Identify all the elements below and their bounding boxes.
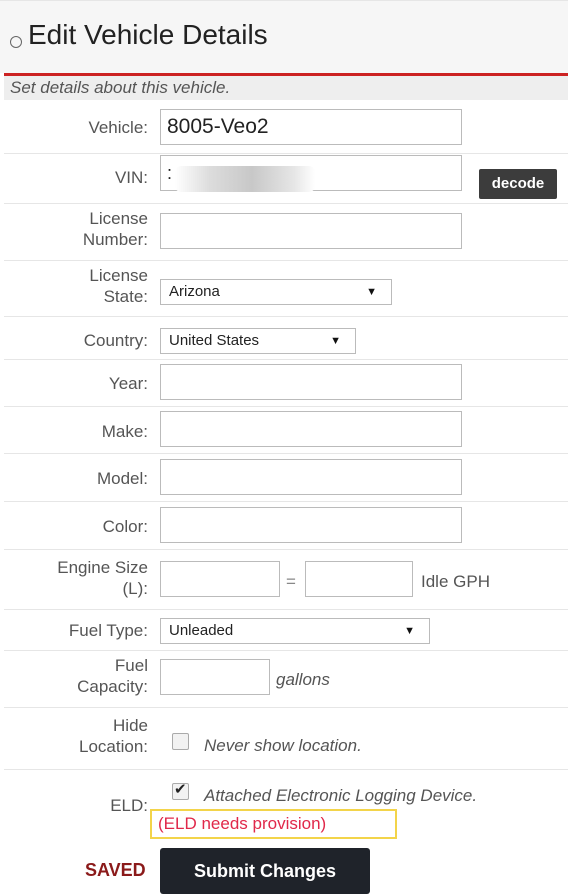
decode-button[interactable]: decode: [479, 169, 557, 199]
page-header: Edit Vehicle Details: [0, 0, 568, 73]
gallons-unit: gallons: [276, 670, 330, 689]
row-separator: [4, 650, 568, 651]
country-label: Country:: [83, 331, 148, 350]
row-separator: [4, 609, 568, 610]
country-select[interactable]: United States ▼: [160, 328, 356, 354]
eld-status-message: (ELD needs provision): [150, 809, 397, 839]
row-separator: [4, 153, 568, 154]
equals-sign: =: [286, 572, 296, 591]
model-input[interactable]: [160, 459, 462, 495]
globe-icon: [10, 36, 22, 48]
row-separator: [4, 203, 568, 204]
make-label: Make:: [101, 422, 148, 441]
fuel-type-label: Fuel Type:: [68, 621, 148, 640]
engine-size-label: Engine Size (L):: [57, 558, 148, 598]
hide-location-description: Never show location.: [204, 736, 362, 755]
row-separator: [4, 316, 568, 317]
color-input[interactable]: [160, 507, 462, 543]
license-number-label: License Number:: [82, 209, 148, 249]
row-separator: [4, 260, 568, 261]
eld-label: ELD:: [110, 796, 148, 815]
license-state-label: License State:: [89, 266, 148, 306]
row-separator: [4, 769, 568, 770]
license-state-select[interactable]: Arizona ▼: [160, 279, 392, 305]
submit-changes-button[interactable]: Submit Changes: [160, 848, 370, 894]
idle-gph-label: Idle GPH: [421, 572, 490, 591]
year-label: Year:: [108, 374, 148, 393]
row-separator: [4, 453, 568, 454]
dropdown-arrow-icon: ▼: [330, 335, 341, 347]
engine-size-input[interactable]: [160, 561, 280, 597]
year-input[interactable]: [160, 364, 462, 400]
license-number-input[interactable]: [160, 213, 462, 249]
saved-status: SAVED: [85, 860, 146, 880]
vin-redacted: [175, 166, 315, 192]
dropdown-arrow-icon: ▼: [366, 286, 377, 298]
vin-label: VIN:: [114, 168, 148, 187]
dropdown-arrow-icon: ▼: [404, 625, 415, 637]
vehicle-label: Vehicle:: [88, 118, 148, 137]
hide-location-checkbox[interactable]: [172, 733, 189, 750]
fuel-capacity-label: Fuel Capacity:: [77, 656, 148, 696]
eld-checkbox[interactable]: [172, 780, 189, 800]
page-title: Edit Vehicle Details: [28, 19, 268, 50]
row-separator: [4, 549, 568, 550]
make-input[interactable]: [160, 411, 462, 447]
vehicle-input[interactable]: 8005-Veo2: [160, 109, 462, 145]
fuel-type-select[interactable]: Unleaded ▼: [160, 618, 430, 644]
idle-gph-input[interactable]: [305, 561, 413, 597]
model-label: Model:: [96, 469, 148, 488]
row-separator: [4, 359, 568, 360]
eld-description: Attached Electronic Logging Device.: [204, 786, 478, 805]
page-description: Set details about this vehicle.: [4, 76, 568, 100]
fuel-capacity-input[interactable]: [160, 659, 270, 695]
color-label: Color:: [102, 517, 148, 536]
row-separator: [4, 406, 568, 407]
row-separator: [4, 501, 568, 502]
row-separator: [4, 707, 568, 708]
hide-location-label: Hide Location:: [79, 716, 148, 756]
